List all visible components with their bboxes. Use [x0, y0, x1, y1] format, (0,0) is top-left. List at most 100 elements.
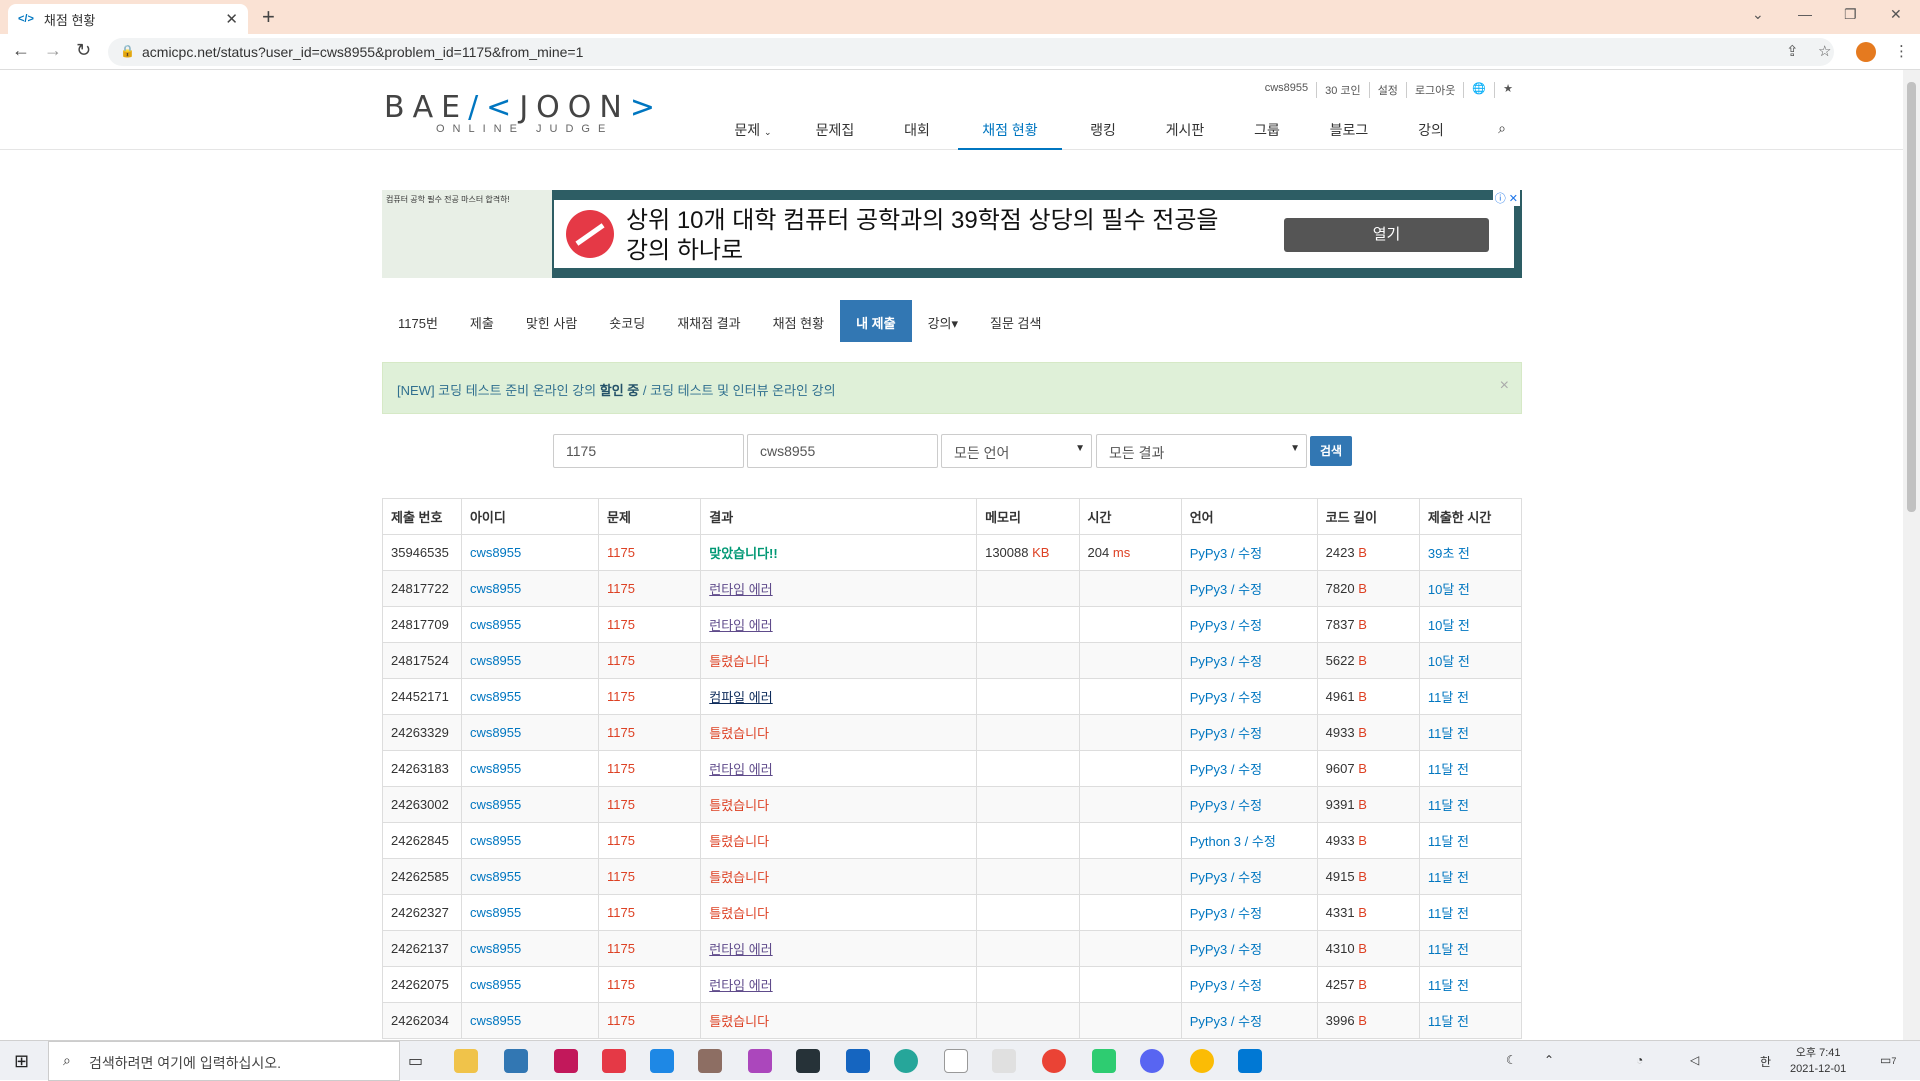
typora-icon[interactable]: [992, 1049, 1016, 1073]
language-cell[interactable]: PyPy3 / 수정: [1180, 678, 1318, 715]
edge-icon[interactable]: [894, 1049, 918, 1073]
result-cell[interactable]: 런타임 에러: [700, 606, 978, 643]
promo-alert[interactable]: [NEW] 코딩 테스트 준비 온라인 강의 할인 중 / 코딩 테스트 및 인…: [382, 362, 1522, 414]
subnav-solved[interactable]: 맞힌 사람: [510, 300, 593, 342]
volume-icon[interactable]: ◁: [1690, 1053, 1699, 1067]
user-id-link[interactable]: cws8955: [460, 750, 600, 787]
problem-link[interactable]: 1175: [598, 858, 702, 895]
settings-link[interactable]: 설정: [1368, 82, 1406, 98]
new-tab-button[interactable]: +: [262, 4, 275, 30]
subnav-short[interactable]: 숏코딩: [593, 300, 661, 342]
scrollbar-thumb[interactable]: [1907, 82, 1916, 512]
nav-status[interactable]: 채점 현황: [958, 106, 1062, 150]
user-id-link[interactable]: cws8955: [460, 930, 600, 967]
star-icon[interactable]: ★: [1494, 82, 1521, 98]
ad-open-button[interactable]: 열기: [1284, 218, 1489, 252]
subnav-question[interactable]: 질문 검색: [974, 300, 1057, 342]
ime-indicator[interactable]: 한: [1760, 1053, 1771, 1070]
steam-icon[interactable]: [796, 1049, 820, 1073]
reader-icon[interactable]: [846, 1049, 870, 1073]
menu-kebab-icon[interactable]: ⋮: [1894, 42, 1909, 60]
restore-button[interactable]: ❐: [1844, 6, 1857, 23]
page-scrollbar[interactable]: [1903, 70, 1920, 1040]
browser-tab[interactable]: </> 채점 현황 ✕: [8, 4, 248, 34]
ad-close-icon[interactable]: ⓘ ✕: [1492, 190, 1520, 206]
vscode-icon[interactable]: [1238, 1049, 1262, 1073]
result-cell[interactable]: 틀렸습니다: [700, 822, 978, 859]
nav-board[interactable]: 게시판: [1144, 106, 1226, 150]
language-cell[interactable]: PyPy3 / 수정: [1180, 606, 1318, 643]
moon-icon[interactable]: ☾: [1506, 1053, 1517, 1067]
user-id-link[interactable]: cws8955: [460, 822, 600, 859]
profile-avatar[interactable]: [1856, 42, 1876, 62]
user-id-link[interactable]: cws8955: [460, 1002, 600, 1039]
tab-search-icon[interactable]: ⌄: [1752, 6, 1764, 23]
user-id-link[interactable]: cws8955: [460, 894, 600, 931]
settings-app-icon[interactable]: [698, 1049, 722, 1073]
result-cell[interactable]: 컴파일 에러: [700, 678, 978, 715]
wifi-icon[interactable]: ◔: [1636, 1053, 1643, 1067]
site-logo[interactable]: BAE/<JOON> ONLINE JUDGE: [384, 90, 663, 135]
nav-blog[interactable]: 블로그: [1308, 106, 1390, 150]
problem-link[interactable]: 1175: [598, 714, 702, 751]
result-cell[interactable]: 틀렸습니다: [700, 894, 978, 931]
subnav-problem[interactable]: 1175번: [382, 300, 454, 342]
user-id-link[interactable]: cws8955: [460, 534, 600, 571]
chrome-active-icon[interactable]: [1190, 1049, 1214, 1073]
user-id-link[interactable]: cws8955: [460, 606, 600, 643]
problem-link[interactable]: 1175: [598, 822, 702, 859]
nav-lecture[interactable]: 강의: [1390, 106, 1472, 150]
address-bar[interactable]: 🔒 acmicpc.net/status?user_id=cws8955&pro…: [108, 38, 1834, 66]
problem-link[interactable]: 1175: [598, 966, 702, 1003]
alert-close-icon[interactable]: ×: [1500, 377, 1509, 395]
problem-link[interactable]: 1175: [598, 786, 702, 823]
result-cell[interactable]: 틀렸습니다: [700, 1002, 978, 1039]
language-cell[interactable]: PyPy3 / 수정: [1180, 750, 1318, 787]
coin-link[interactable]: 30 코인: [1316, 82, 1369, 98]
language-select[interactable]: 모든 언어 ▼: [941, 434, 1092, 468]
username-link[interactable]: cws8955: [1257, 82, 1316, 98]
discord-icon[interactable]: [1140, 1049, 1164, 1073]
user-id-link[interactable]: cws8955: [460, 678, 600, 715]
task-view-icon[interactable]: ▭: [408, 1051, 423, 1071]
mail-icon[interactable]: [650, 1049, 674, 1073]
language-cell[interactable]: Python 3 / 수정: [1180, 822, 1318, 859]
result-select[interactable]: 모든 결과 ▼: [1096, 434, 1307, 468]
nav-problems[interactable]: 문제 ⌄: [712, 106, 794, 150]
user-id-link[interactable]: cws8955: [460, 786, 600, 823]
paint-icon[interactable]: [748, 1049, 772, 1073]
chrome-icon[interactable]: [1042, 1049, 1066, 1073]
problem-link[interactable]: 1175: [598, 930, 702, 967]
share-icon[interactable]: ⇪: [1786, 42, 1799, 60]
nav-workbook[interactable]: 문제집: [794, 106, 876, 150]
result-cell[interactable]: 런타임 에러: [700, 966, 978, 1003]
file-explorer-icon[interactable]: [454, 1049, 478, 1073]
subnav-lecture[interactable]: 강의▾: [912, 300, 974, 342]
problem-link[interactable]: 1175: [598, 642, 702, 679]
back-icon[interactable]: ←: [12, 40, 30, 61]
language-cell[interactable]: PyPy3 / 수정: [1180, 930, 1318, 967]
user-id-link[interactable]: cws8955: [460, 966, 600, 1003]
close-tab-icon[interactable]: ✕: [225, 10, 238, 28]
tray-chevron-icon[interactable]: ⌃: [1544, 1053, 1554, 1067]
result-cell[interactable]: 런타임 에러: [700, 570, 978, 607]
store-icon[interactable]: [504, 1049, 528, 1073]
close-window-button[interactable]: ✕: [1890, 6, 1902, 23]
forward-icon[interactable]: →: [44, 40, 62, 61]
result-cell[interactable]: 틀렸습니다: [700, 714, 978, 751]
language-cell[interactable]: PyPy3 / 수정: [1180, 858, 1318, 895]
search-button[interactable]: 검색: [1310, 436, 1352, 466]
subnav-my-submit[interactable]: 내 제출: [840, 300, 912, 342]
language-cell[interactable]: PyPy3 / 수정: [1180, 570, 1318, 607]
language-cell[interactable]: PyPy3 / 수정: [1180, 1002, 1318, 1039]
problem-link[interactable]: 1175: [598, 678, 702, 715]
ad-banner[interactable]: 컴퓨터 공학 필수 전공 마스터 합격하! 상위 10개 대학 컴퓨터 공학과의…: [382, 190, 1522, 278]
result-cell[interactable]: 틀렸습니다: [700, 858, 978, 895]
nav-ranking[interactable]: 랭킹: [1062, 106, 1144, 150]
result-cell[interactable]: 틀렸습니다: [700, 642, 978, 679]
result-cell[interactable]: 런타임 에러: [700, 930, 978, 967]
problem-link[interactable]: 1175: [598, 750, 702, 787]
problem-link[interactable]: 1175: [598, 894, 702, 931]
logout-link[interactable]: 로그아웃: [1405, 82, 1463, 98]
language-cell[interactable]: PyPy3 / 수정: [1180, 894, 1318, 931]
